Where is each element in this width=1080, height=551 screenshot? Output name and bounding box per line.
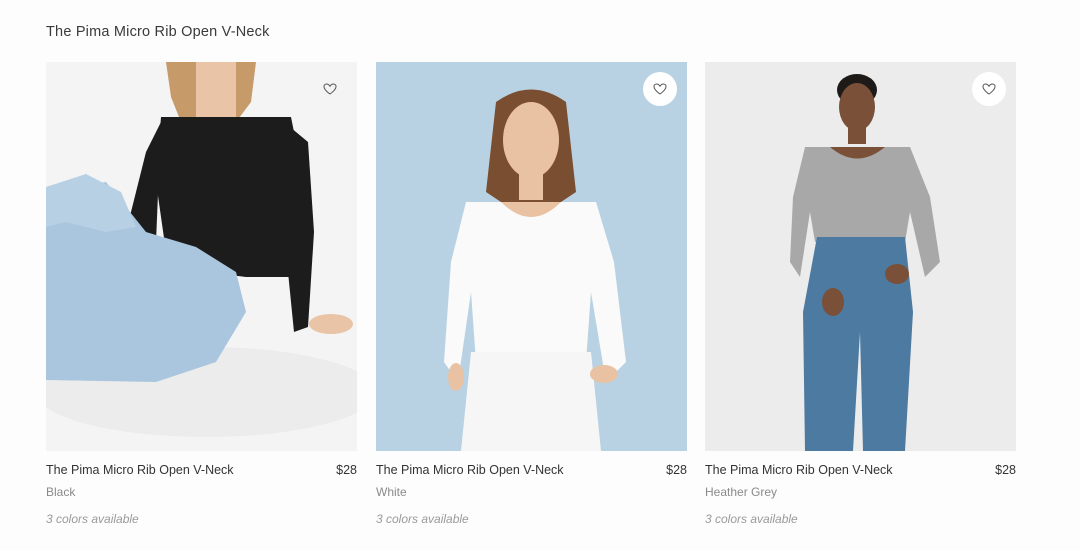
favorite-button[interactable] xyxy=(313,72,347,106)
product-price: $28 xyxy=(336,463,357,477)
product-photo xyxy=(376,62,687,451)
product-card[interactable]: The Pima Micro Rib Open V-Neck $28 White… xyxy=(376,62,687,526)
product-photo xyxy=(46,62,357,451)
product-card[interactable]: The Pima Micro Rib Open V-Neck $28 Heath… xyxy=(705,62,1016,526)
product-color: Black xyxy=(46,485,76,499)
product-image[interactable] xyxy=(376,62,687,451)
product-name[interactable]: The Pima Micro Rib Open V-Neck xyxy=(46,463,234,477)
product-grid-page: The Pima Micro Rib Open V-Neck The Pima … xyxy=(0,0,1080,551)
product-price: $28 xyxy=(666,463,687,477)
colors-available: 3 colors available xyxy=(705,512,798,526)
product-color: Heather Grey xyxy=(705,485,778,499)
colors-available: 3 colors available xyxy=(46,512,139,526)
product-color: White xyxy=(376,485,407,499)
heart-outline-icon xyxy=(323,83,337,95)
product-photo xyxy=(705,62,1016,451)
product-image[interactable] xyxy=(705,62,1016,451)
favorite-button[interactable] xyxy=(972,72,1006,106)
favorite-button[interactable] xyxy=(643,72,677,106)
product-image[interactable] xyxy=(46,62,357,451)
product-price: $28 xyxy=(995,463,1016,477)
product-name[interactable]: The Pima Micro Rib Open V-Neck xyxy=(705,463,893,477)
heart-outline-icon xyxy=(653,83,667,95)
product-card[interactable]: The Pima Micro Rib Open V-Neck $28 Black… xyxy=(46,62,357,526)
colors-available: 3 colors available xyxy=(376,512,469,526)
section-title: The Pima Micro Rib Open V-Neck xyxy=(46,24,270,40)
heart-outline-icon xyxy=(982,83,996,95)
product-name[interactable]: The Pima Micro Rib Open V-Neck xyxy=(376,463,564,477)
